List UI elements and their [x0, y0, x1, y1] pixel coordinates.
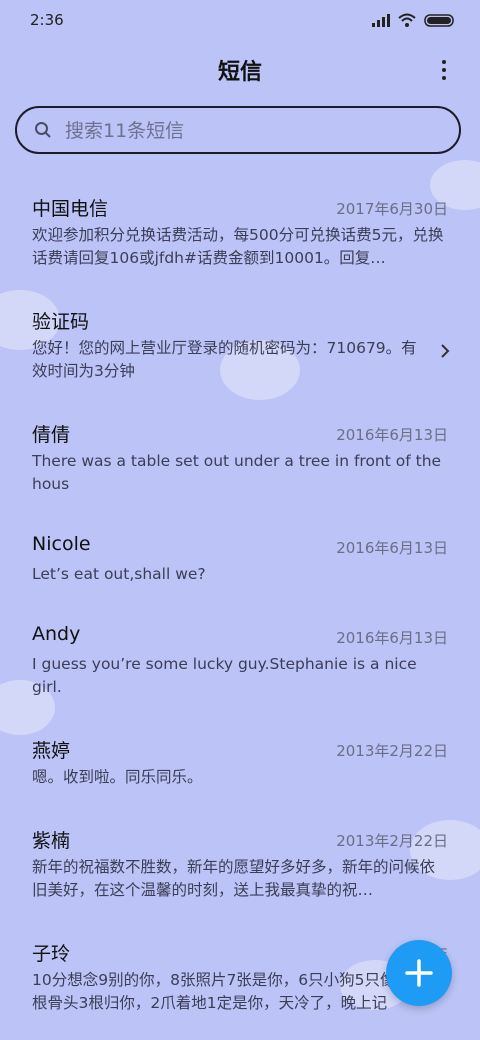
sender-name: 倩倩	[32, 424, 71, 446]
sender-name: 子玲	[32, 943, 71, 965]
conversation-item[interactable]: 紫楠 2013年2月22日 新年的祝福数不胜数，新年的愿望好多好多，新年的问候依…	[0, 810, 480, 910]
sender-name: 燕婷	[32, 740, 71, 762]
message-date: 2016年6月13日	[336, 539, 448, 557]
wifi-icon	[398, 13, 416, 27]
status-time: 2:36	[30, 11, 64, 29]
message-preview: 欢迎参加积分兑换话费活动，每500分可兑换话费5元，兑换话费请回复106或jfd…	[32, 226, 444, 267]
message-date: 2016年6月13日	[336, 426, 448, 444]
message-preview: 嗯。收到啦。同乐同乐。	[32, 768, 203, 786]
message-preview: I guess you’re some lucky guy.Stephanie …	[32, 655, 417, 696]
sender-name: 验证码	[32, 311, 90, 333]
sender-name: Nicole	[32, 533, 91, 555]
search-icon	[35, 122, 51, 138]
search-bar[interactable]	[15, 106, 461, 154]
status-bar: 2:36	[0, 0, 480, 40]
app-header: 短信	[0, 44, 480, 94]
conversation-item[interactable]: 中国电信 2017年6月30日 欢迎参加积分兑换话费活动，每500分可兑换话费5…	[0, 178, 480, 278]
conversation-item[interactable]: 倩倩 2016年6月13日 There was a table set out …	[0, 404, 480, 504]
more-vertical-icon[interactable]	[434, 56, 454, 84]
new-message-button[interactable]	[386, 940, 452, 1006]
search-input[interactable]	[63, 116, 447, 146]
message-date: 2017年6月30日	[336, 200, 448, 218]
plus-icon	[405, 959, 433, 987]
conversation-item[interactable]: Andy 2016年6月13日 I guess you’re some luck…	[0, 607, 480, 707]
message-preview: 您好！您的网上营业厅登录的随机密码为：710679。有效时间为3分钟	[32, 339, 417, 380]
sender-name: 中国电信	[32, 198, 109, 220]
message-date: 2016年6月13日	[336, 629, 448, 647]
signal-icon	[372, 13, 390, 27]
message-preview: There was a table set out under a tree i…	[32, 452, 442, 493]
chevron-right-icon	[441, 344, 450, 358]
sender-name: 紫楠	[32, 830, 71, 852]
page-title: 短信	[217, 60, 262, 85]
message-date: 2013年2月22日	[336, 742, 448, 760]
sender-name: Andy	[32, 623, 81, 645]
battery-icon	[424, 13, 454, 27]
conversation-item[interactable]: 验证码 您好！您的网上营业厅登录的随机密码为：710679。有效时间为3分钟	[0, 291, 480, 391]
message-preview: Let’s eat out,shall we?	[32, 565, 206, 583]
conversation-item[interactable]: 燕婷 2013年2月22日 嗯。收到啦。同乐同乐。	[0, 720, 480, 820]
message-date: 2013年2月22日	[336, 832, 448, 850]
message-preview: 新年的祝福数不胜数，新年的愿望好多好多，新年的问候依旧美好，在这个温馨的时刻，送…	[32, 858, 436, 899]
conversation-item[interactable]: Nicole 2016年6月13日 Let’s eat out,shall we…	[0, 517, 480, 617]
status-icons	[372, 13, 454, 27]
